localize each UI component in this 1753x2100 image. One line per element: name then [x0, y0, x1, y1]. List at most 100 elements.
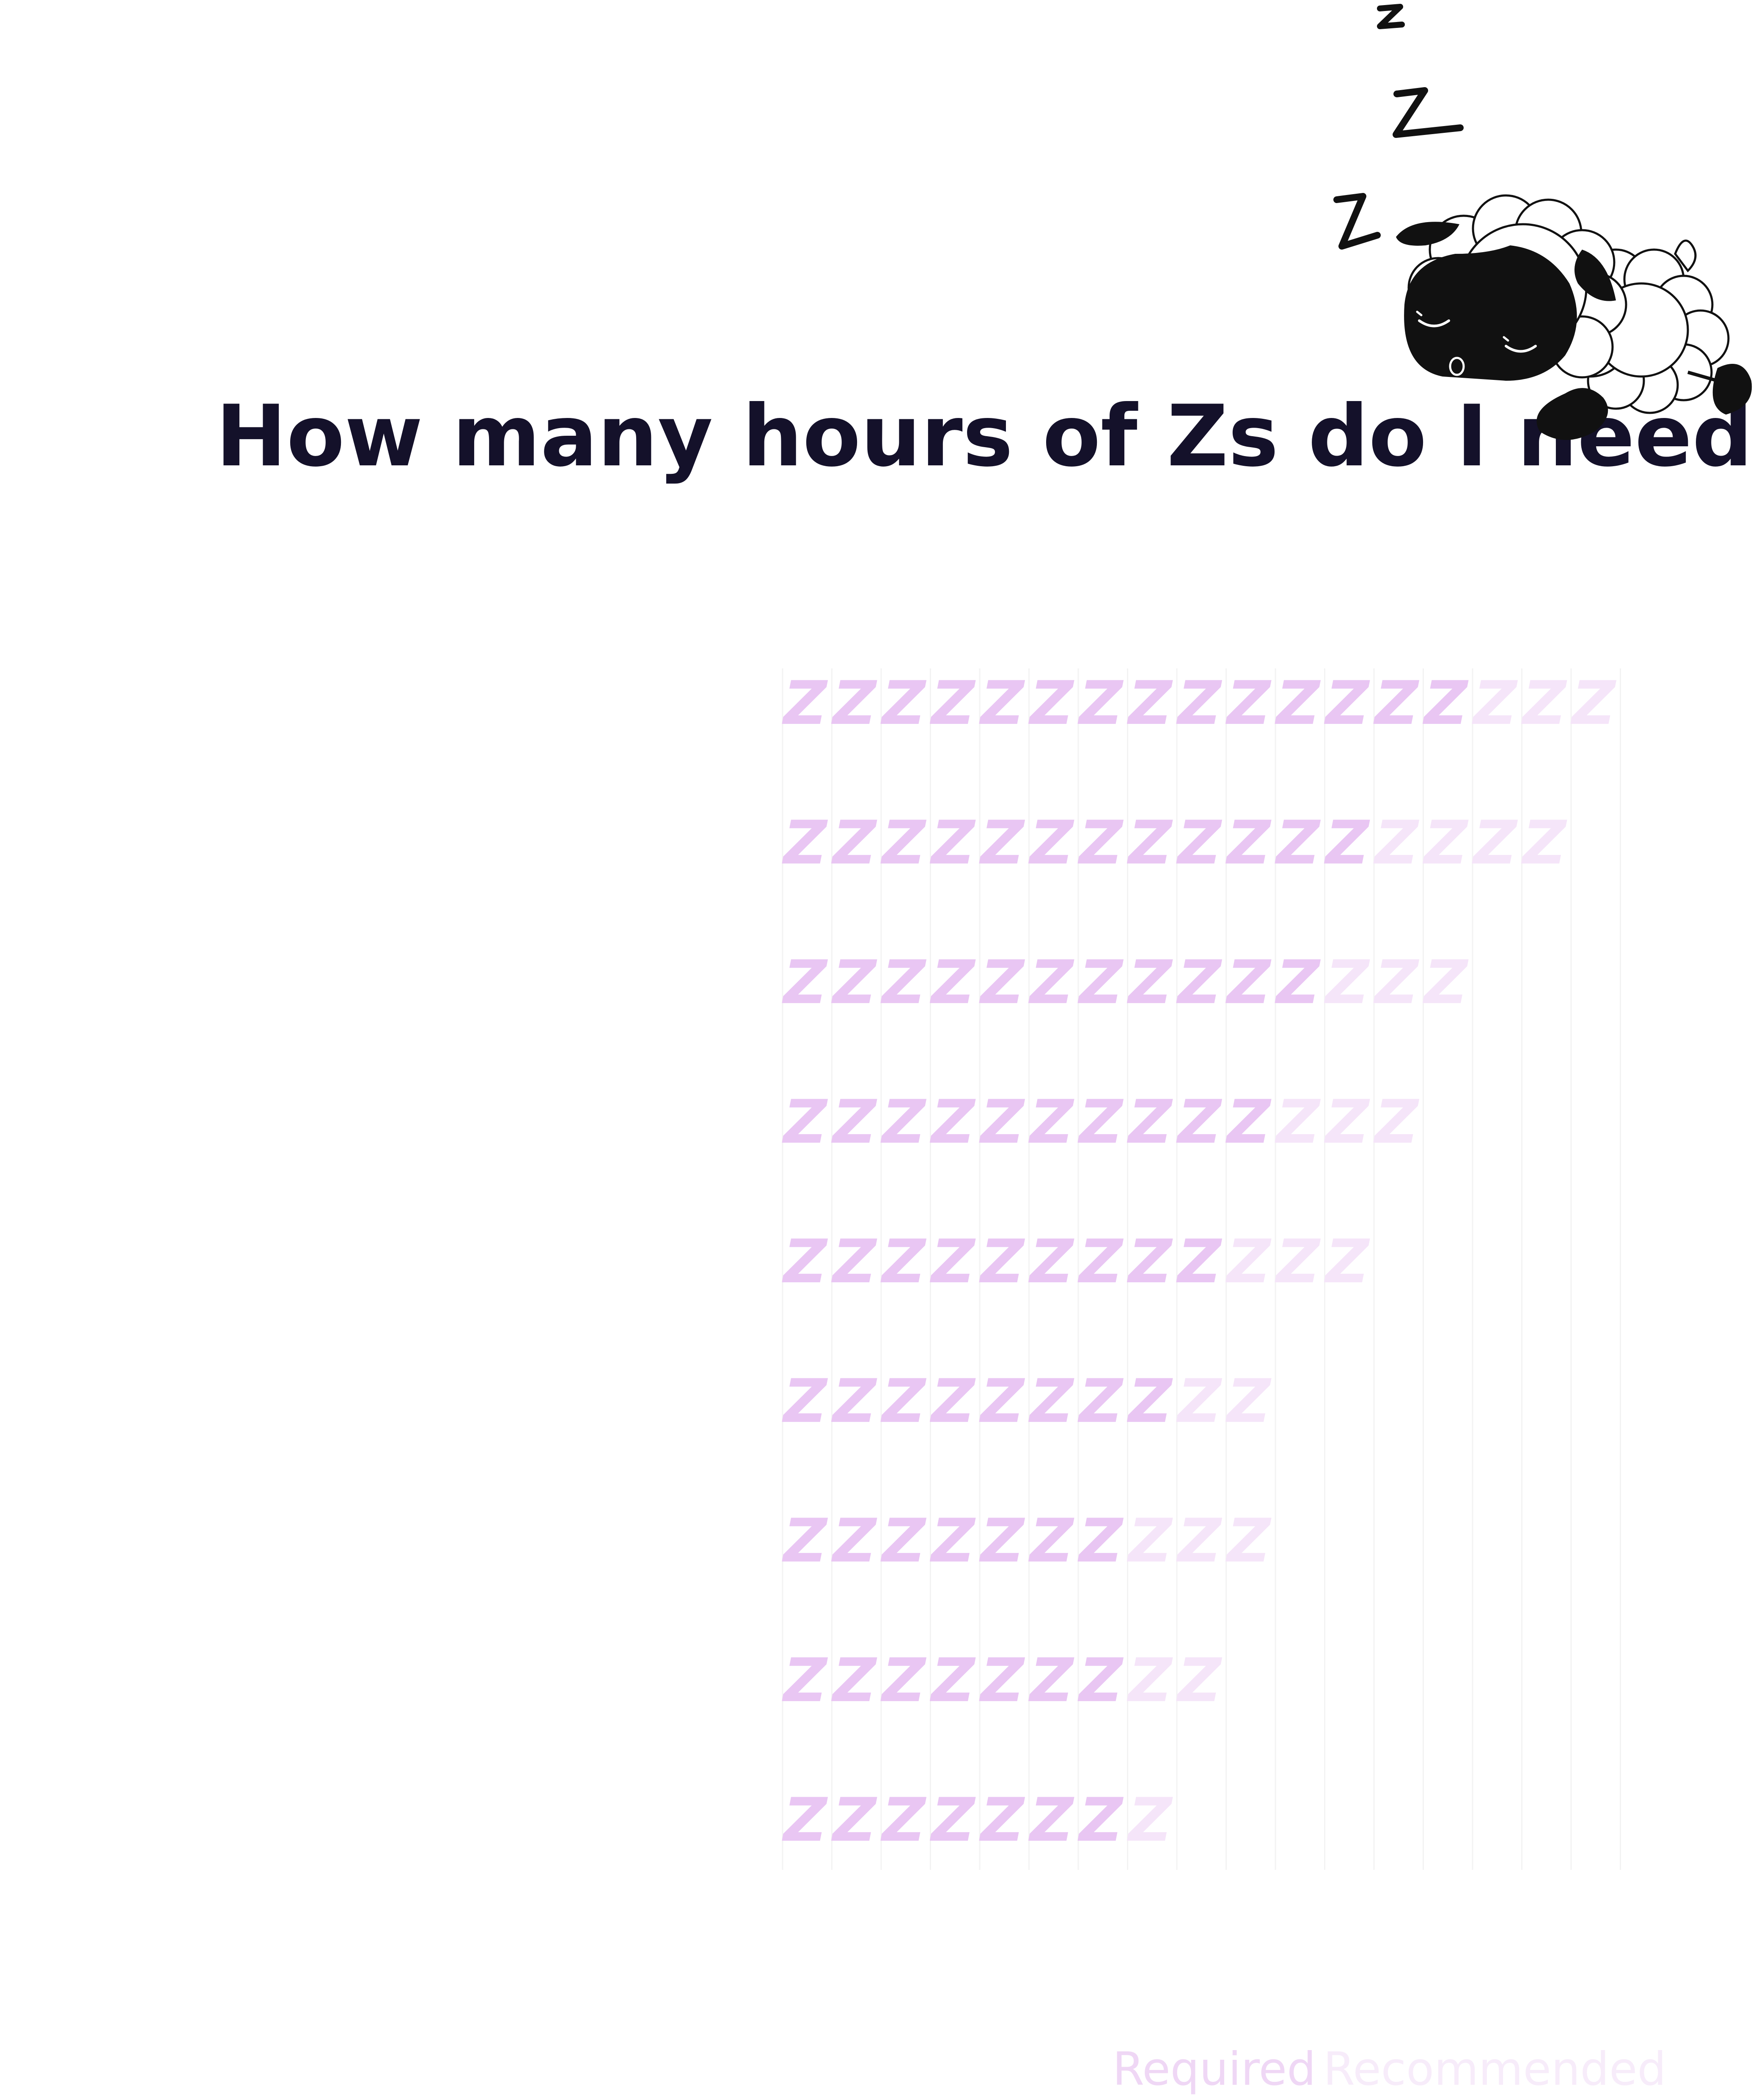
bar-mark-required: Z [831, 1366, 878, 1436]
bar-mark-recommended: Z [1521, 668, 1568, 738]
bar-mark-required: Z [880, 1366, 927, 1436]
bar-mark-recommended: Z [1176, 1506, 1223, 1576]
bar-mark-required: Z [1324, 668, 1371, 738]
bar-mark-required: Z [880, 1646, 927, 1715]
bar-mark-required: Z [782, 668, 828, 738]
bar-mark-required: Z [1176, 808, 1223, 878]
bar-mark-recommended: Z [1423, 948, 1469, 1017]
bar-mark-required: Z [1077, 1087, 1124, 1157]
bar-mark-required: Z [1127, 948, 1173, 1017]
bar-mark-recommended: Z [1127, 1506, 1173, 1576]
bar-mark-required: Z [1077, 668, 1124, 738]
bar-mark-required: Z [1127, 808, 1173, 878]
bar-mark-required: Z [979, 948, 1025, 1017]
bar-row: ZZZZZZZZZZZZ [782, 1227, 1371, 1297]
bar-mark-required: Z [979, 1785, 1025, 1855]
bar-mark-required: Z [1028, 1646, 1075, 1715]
bar-mark-required: Z [831, 1646, 878, 1715]
bar-mark-required: Z [782, 1785, 828, 1855]
bar-mark-recommended: Z [1521, 808, 1568, 878]
bar-mark-recommended: Z [1324, 948, 1371, 1017]
bar-mark-required: Z [831, 668, 878, 738]
z-icon [1333, 193, 1381, 250]
bar-mark-required: Z [1225, 808, 1272, 878]
bar-mark-required: Z [880, 1227, 927, 1297]
bar-mark-required: Z [1225, 948, 1272, 1017]
bar-mark-required: Z [1028, 1506, 1075, 1576]
bar-mark-required: Z [831, 1785, 878, 1855]
bar-mark-required: Z [880, 808, 927, 878]
legend: Required Recommended [1113, 2043, 1666, 2096]
bar-mark-required: Z [1077, 1785, 1124, 1855]
bar-mark-required: Z [1423, 668, 1469, 738]
bar-mark-recommended: Z [1423, 808, 1469, 878]
bar-row: ZZZZZZZZZZ [782, 1506, 1272, 1576]
bar-mark-required: Z [1176, 948, 1223, 1017]
bar-mark-recommended: Z [1373, 1087, 1420, 1157]
bar-mark-required: Z [1176, 668, 1223, 738]
bar-mark-required: Z [1028, 668, 1075, 738]
bar-mark-required: Z [782, 808, 828, 878]
bar-mark-required: Z [979, 1366, 1025, 1436]
bar-mark-required: Z [831, 1227, 878, 1297]
bar-mark-recommended: Z [1324, 1087, 1371, 1157]
bar-mark-required: Z [930, 668, 976, 738]
z-icon [1393, 87, 1464, 138]
bar-mark-required: Z [782, 1366, 828, 1436]
bar-mark-recommended: Z [1472, 808, 1518, 878]
bar-mark-required: Z [1028, 948, 1075, 1017]
bar-mark-required: Z [782, 948, 828, 1017]
bar-mark-required: Z [930, 1506, 976, 1576]
bar-mark-required: Z [1127, 1366, 1173, 1436]
bar-mark-required: Z [1127, 668, 1173, 738]
bar-row: ZZZZZZZZZZZZZ [782, 1087, 1420, 1157]
bar-mark-required: Z [930, 808, 976, 878]
bar-mark-required: Z [831, 808, 878, 878]
bar-mark-required: Z [1077, 1227, 1124, 1297]
bar-mark-required: Z [1077, 1646, 1124, 1715]
bar-mark-recommended: Z [1127, 1785, 1173, 1855]
bar-row: ZZZZZZZZZ [782, 1646, 1223, 1715]
bar-mark-recommended: Z [1225, 1506, 1272, 1576]
bar-mark-required: Z [831, 948, 878, 1017]
bar-mark-required: Z [782, 1087, 828, 1157]
bar-mark-required: Z [782, 1646, 828, 1715]
z-icon [1377, 4, 1405, 29]
bar-mark-required: Z [831, 1506, 878, 1576]
bar-mark-recommended: Z [1275, 1227, 1321, 1297]
legend-item-recommended: Recommended [1323, 2043, 1666, 2096]
bar-mark-required: Z [1176, 1227, 1223, 1297]
bar-mark-required: Z [1077, 948, 1124, 1017]
bar-mark-required: Z [1275, 808, 1321, 878]
bar-mark-required: Z [880, 1506, 927, 1576]
chart: How many hours of Zs do I need? ZZZZZZZZ… [216, 4, 1753, 2096]
bar-mark-recommended: Z [1225, 1366, 1272, 1436]
bar-mark-recommended: Z [1225, 1227, 1272, 1297]
bar-mark-recommended: Z [1472, 668, 1518, 738]
bar-mark-required: Z [1028, 1227, 1075, 1297]
bar-mark-required: Z [979, 1646, 1025, 1715]
bar-mark-required: Z [1077, 1506, 1124, 1576]
sleeping-sheep-icon [1333, 4, 1752, 440]
bar-row: ZZZZZZZZZZZZZZ [782, 948, 1469, 1017]
bar-mark-required: Z [930, 1646, 976, 1715]
chart-title: How many hours of Zs do I need? [216, 387, 1753, 486]
legend-item-required: Required [1113, 2043, 1316, 2096]
bar-mark-required: Z [782, 1506, 828, 1576]
bar-mark-recommended: Z [1373, 948, 1420, 1017]
bar-mark-required: Z [880, 1087, 927, 1157]
bar-mark-required: Z [930, 1366, 976, 1436]
bar-mark-required: Z [880, 1785, 927, 1855]
bar-mark-recommended: Z [1127, 1646, 1173, 1715]
bar-mark-required: Z [979, 1227, 1025, 1297]
bar-mark-recommended: Z [1324, 1227, 1371, 1297]
bar-mark-recommended: Z [1275, 1087, 1321, 1157]
bar-mark-required: Z [979, 808, 1025, 878]
bar-mark-required: Z [979, 668, 1025, 738]
bar-mark-required: Z [1324, 808, 1371, 878]
bar-mark-required: Z [880, 668, 927, 738]
bar-mark-recommended: Z [1176, 1646, 1223, 1715]
bar-mark-required: Z [1225, 1087, 1272, 1157]
bar-row: ZZZZZZZZ [782, 1785, 1173, 1855]
bars: Z Z Z Z Z Z Z Z Z Z Z Z Z Z Z Z ZZ Z Z Z Z Z Z Z Z Z Z Z Z Z Z ZZ Z Z Z Z Z Z… [782, 668, 1617, 1855]
